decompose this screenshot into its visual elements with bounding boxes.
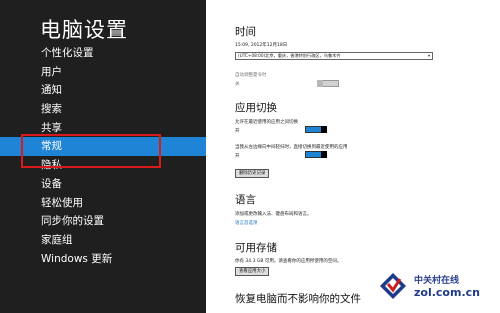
watermark-line1: 中关村在线 bbox=[414, 276, 460, 286]
switch-option2-label: 当我从左边缘向中间轻扫时，直接切换到最近使用的应用 bbox=[235, 145, 348, 150]
chevron-down-icon: ▾ bbox=[427, 53, 430, 58]
annotation-highlight-box bbox=[21, 134, 161, 168]
clear-history-button[interactable]: 删除历史记录 bbox=[235, 169, 270, 178]
language-preferences-link[interactable]: 语言首选项 bbox=[235, 220, 258, 226]
storage-section-title: 可用存储 bbox=[235, 242, 277, 254]
nav-item-users[interactable]: 用户 bbox=[0, 63, 206, 82]
timezone-value: (UTC+08:00)北京，重庆，香港特别行政区，乌鲁木齐 bbox=[238, 53, 341, 58]
page-title: 电脑设置 bbox=[40, 18, 128, 42]
storage-description: 你有 34.3 GB 可用。请查看你的应用所使用的空间。 bbox=[235, 259, 342, 264]
switch-option1-label: 允许在最近使用的应用之间切换 bbox=[235, 120, 298, 125]
time-section-title: 时间 bbox=[235, 26, 256, 38]
nav-item-sync-settings[interactable]: 同步你的设置 bbox=[0, 212, 206, 231]
zol-logo-icon bbox=[380, 273, 406, 299]
switch-option2-state: 开 bbox=[235, 154, 240, 159]
switch-option2-toggle[interactable] bbox=[305, 151, 327, 158]
settings-content-pane: 时间 15:09, 2012年12月18日 (UTC+08:00)北京，重庆，香… bbox=[206, 0, 500, 313]
nav-item-windows-update[interactable]: Windows 更新 bbox=[0, 250, 206, 269]
switch-option1-toggle[interactable] bbox=[305, 126, 327, 133]
watermark-line2: zol.com.cn bbox=[414, 286, 480, 299]
nav-item-notifications[interactable]: 通知 bbox=[0, 81, 206, 100]
nav-item-search[interactable]: 搜索 bbox=[0, 100, 206, 119]
nav-item-homegroup[interactable]: 家庭组 bbox=[0, 231, 206, 250]
recovery-section-title: 恢复电脑而不影响你的文件 bbox=[235, 293, 361, 305]
toggle-knob bbox=[321, 126, 327, 133]
current-datetime: 15:09, 2012年12月18日 bbox=[235, 43, 288, 48]
timezone-select[interactable]: (UTC+08:00)北京，重庆，香港特别行政区，乌鲁木齐 ▾ bbox=[235, 52, 433, 60]
nav-item-devices[interactable]: 设备 bbox=[0, 175, 206, 194]
dst-label: 自动调整夏令时 bbox=[235, 73, 267, 78]
dst-state: 关 bbox=[235, 82, 240, 87]
nav-item-ease-of-access[interactable]: 轻松使用 bbox=[0, 194, 206, 213]
toggle-knob bbox=[321, 151, 327, 158]
toggle-knob bbox=[317, 80, 323, 87]
view-app-sizes-button[interactable]: 查看应用大小 bbox=[235, 267, 270, 276]
app-switch-section-title: 应用切换 bbox=[235, 102, 277, 114]
switch-option1-state: 开 bbox=[235, 129, 240, 134]
language-description: 添加或更改输入法、键盘布局和语言。 bbox=[235, 212, 312, 217]
dst-toggle[interactable] bbox=[317, 80, 339, 87]
nav-item-personalize[interactable]: 个性化设置 bbox=[0, 44, 206, 63]
zol-watermark: 中关村在线 zol.com.cn bbox=[378, 269, 490, 305]
language-section-title: 语言 bbox=[235, 194, 256, 206]
